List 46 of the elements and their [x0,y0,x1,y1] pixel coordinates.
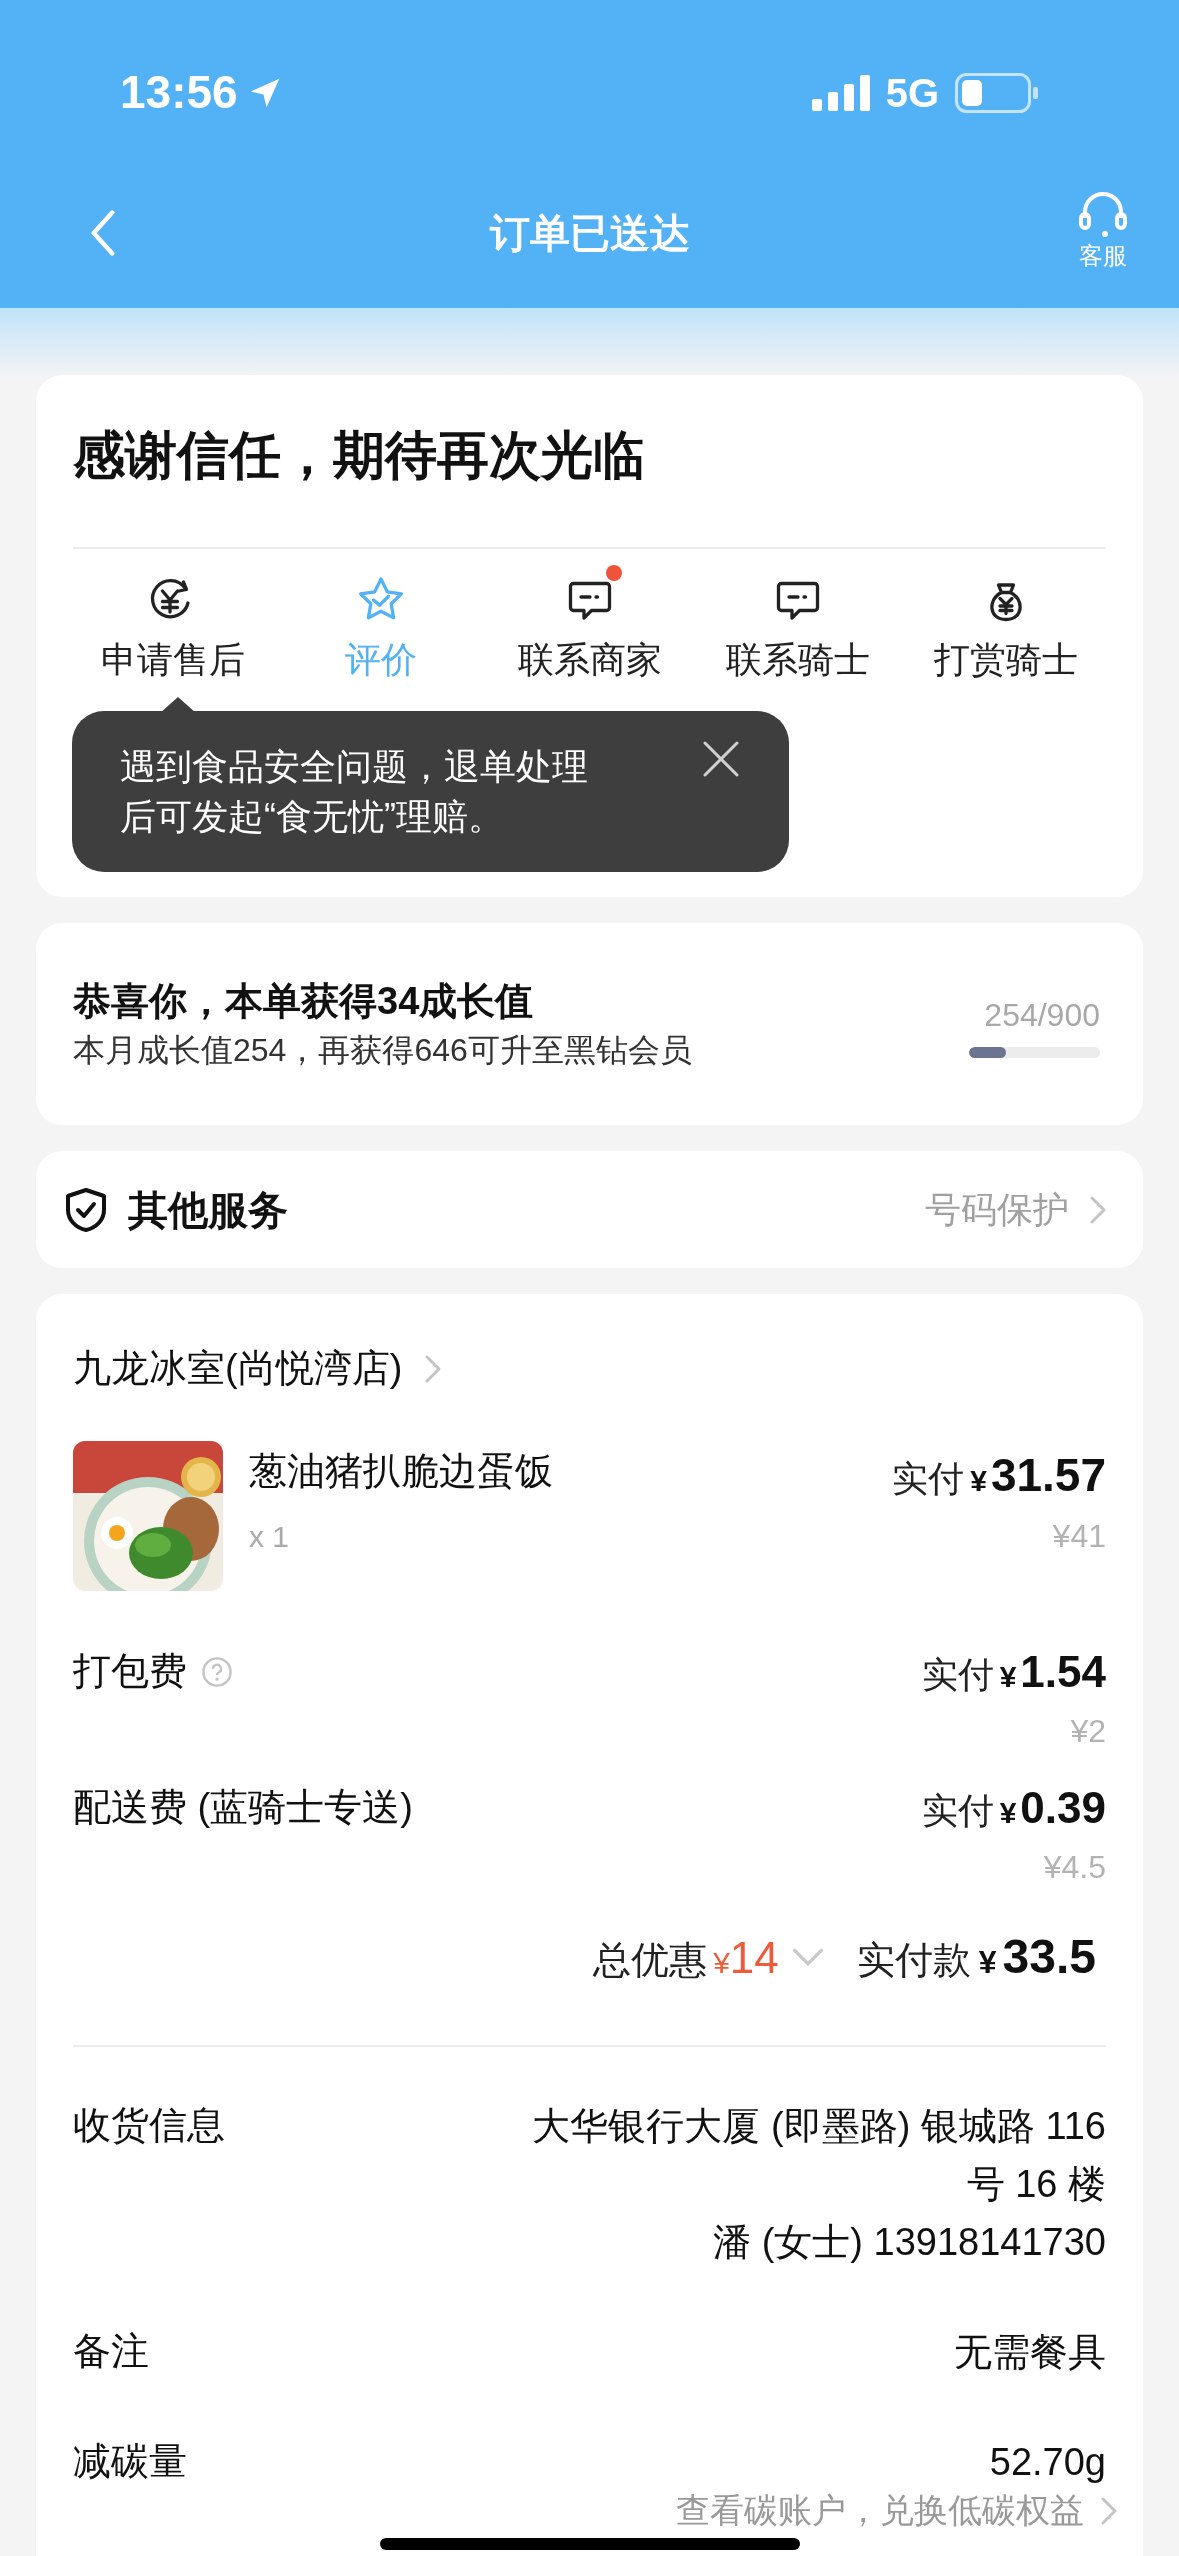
chevron-right-icon [1100,2495,1118,2526]
info-label: 备注 [73,2329,149,2374]
signal-icon [811,74,870,111]
info-value: 潘 (女士) 13918141730 [713,2220,1106,2265]
store-link[interactable]: 九龙冰室(尚悦湾店) [73,1340,443,1397]
chevron-down-icon [790,1947,825,1967]
shield-check-icon [64,1185,108,1234]
info-value: 52.70g [989,2440,1106,2485]
paid-label: 实付 [892,1457,965,1501]
info-label: 收货信息 [73,2103,225,2148]
network-label: 5G [885,69,939,117]
status-time: 13:56 [120,65,238,120]
growth-progress-text: 254/900 [984,995,1100,1035]
original-price: ¥41 [1052,1517,1106,1556]
battery-icon [955,72,1039,113]
paid-label: 实付 [921,1653,994,1697]
info-value: 无需餐具 [954,2330,1106,2375]
thanks-title: 感谢信任，期待再次光临 [73,425,646,486]
info-value: 大华银行大厦 (即墨路) 银城路 116 [532,2104,1106,2149]
price-value: ¥1.54 [999,1646,1106,1698]
fee-label: 打包费 [73,1649,187,1694]
price-value: ¥31.57 [970,1448,1106,1503]
total-amount: ¥33.5 [978,1929,1096,1985]
original-price: ¥4.5 [1043,1848,1106,1887]
growth-title: 恭喜你，本单获得34成长值 [73,979,535,1024]
action-button[interactable]: 联系商家 [499,565,680,687]
action-button[interactable]: 申请售后 [83,565,263,687]
chevron-right-icon [424,1353,443,1384]
services-title: 其他服务 [128,1186,288,1234]
action-button[interactable]: 打赏骑士 [916,565,1096,687]
info-label: 减碳量 [73,2439,187,2484]
original-price: ¥2 [1070,1712,1106,1751]
paid-label: 实付 [921,1789,994,1833]
discount-amount: ¥14 [713,1932,779,1984]
page-title: 订单已送达 [489,209,690,257]
item-quantity: x 1 [249,1519,291,1555]
item-name: 葱油猪扒脆边蛋饭 [249,1449,553,1494]
action-button[interactable]: 联系骑士 [707,565,888,687]
total-label: 实付款 [856,1938,971,1983]
chevron-right-icon [1089,1194,1107,1225]
info-value: 号 16 楼 [966,2162,1106,2207]
tooltip-text: 遇到食品安全问题，退单处理后可发起“食无忧”理赔。 [120,744,589,839]
fee-label: 配送费 (蓝骑士专送) [73,1785,413,1830]
growth-subtitle: 本月成长值254，再获得646可升至黑钻会员 [73,1031,692,1070]
price-value: ¥0.39 [999,1782,1106,1834]
discount-label: 总优惠 [593,1938,708,1983]
